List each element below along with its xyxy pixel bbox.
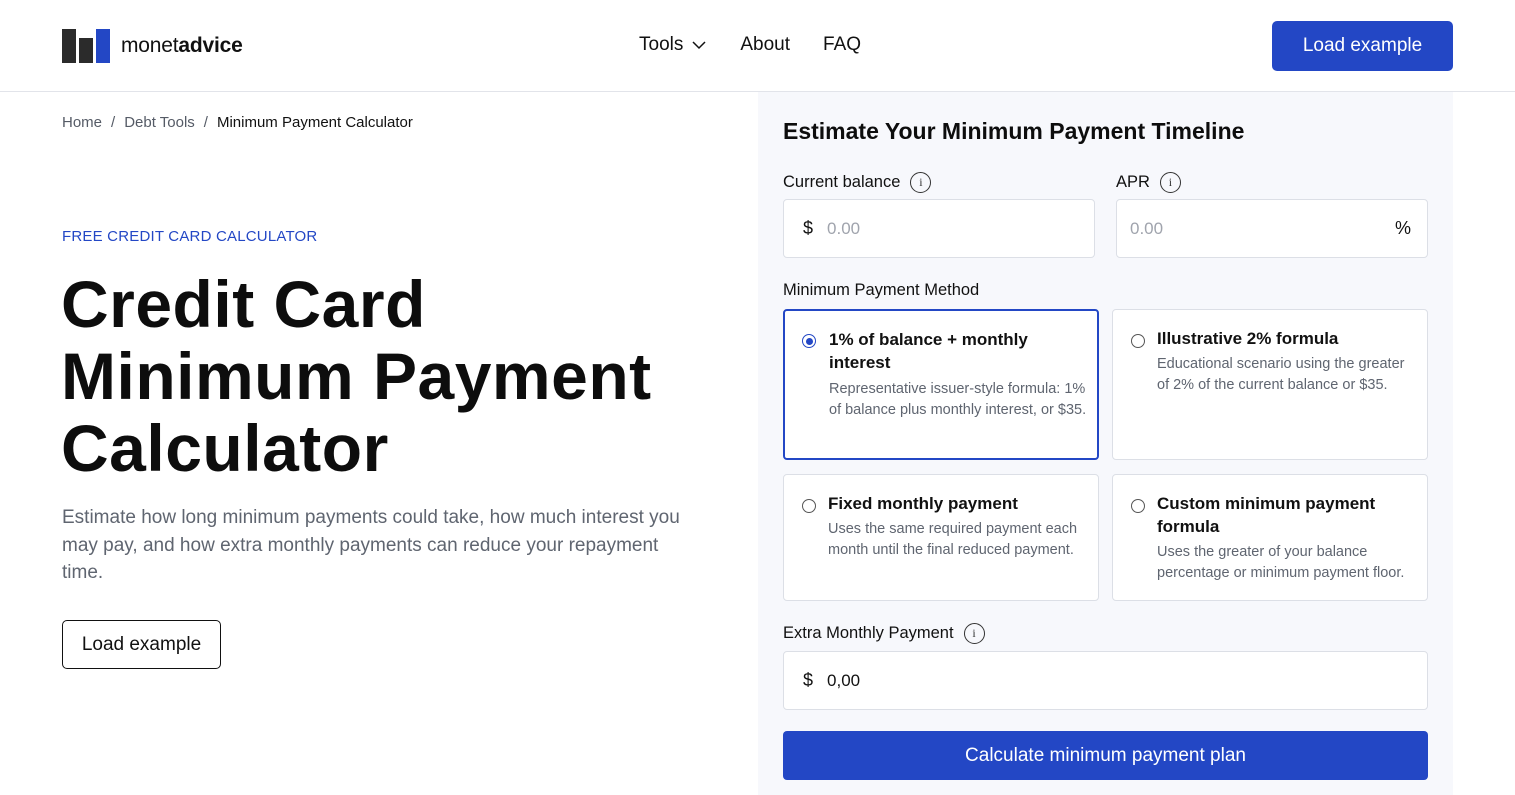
extra-payment-value: 0,00 xyxy=(827,670,861,690)
page-title-line: Calculator xyxy=(61,411,389,485)
chevron-down-icon xyxy=(692,41,706,50)
calculator-title: Estimate Your Minimum Payment Timeline xyxy=(783,118,1245,144)
method-option-one-percent[interactable]: 1% of balance + monthly interest Represe… xyxy=(783,309,1099,460)
page-title: Credit Card Minimum Payment Calculator xyxy=(61,268,701,484)
hero-description: Estimate how long minimum payments could… xyxy=(62,507,680,583)
breadcrumb-home[interactable]: Home xyxy=(62,114,102,131)
nav-item-label: FAQ xyxy=(823,34,862,55)
nav-item-faq[interactable]: FAQ xyxy=(823,34,861,56)
nav-item-tools[interactable]: Tools xyxy=(639,34,707,56)
method-description: Uses the greater of your balance percent… xyxy=(1157,544,1405,581)
nav-item-label: About xyxy=(740,34,791,55)
radio-button-selected[interactable] xyxy=(802,334,816,348)
calculator-panel: Estimate Your Minimum Payment Timeline C… xyxy=(758,92,1453,795)
breadcrumb: Home / Debt Tools / Minimum Payment Calc… xyxy=(62,114,413,131)
radio-button[interactable] xyxy=(1131,334,1145,348)
method-description: Educational scenario using the greater o… xyxy=(1157,356,1405,393)
percent-suffix: % xyxy=(1394,218,1411,238)
method-label: Minimum Payment Method xyxy=(783,281,980,299)
nav-item-about[interactable]: About xyxy=(740,34,790,56)
main-nav: Tools About FAQ xyxy=(639,34,861,56)
method-description: Representative issuer-style formula: 1% … xyxy=(829,381,1087,418)
extra-payment-input[interactable]: $ 0,00 xyxy=(783,651,1428,710)
method-option-fixed[interactable]: Fixed monthly payment Uses the same requ… xyxy=(783,474,1099,601)
load-example-header-button[interactable]: Load example xyxy=(1272,21,1453,71)
info-icon[interactable]: i xyxy=(910,172,932,193)
balance-placeholder: 0.00 xyxy=(827,218,861,238)
page-title-line: Credit Card xyxy=(61,267,426,341)
extra-payment-label: Extra Monthly Payment i xyxy=(783,623,985,644)
load-example-button[interactable]: Load example xyxy=(62,620,221,669)
apr-input[interactable]: 0.00 % xyxy=(1116,199,1428,258)
breadcrumb-debt-tools[interactable]: Debt Tools xyxy=(124,114,195,131)
balance-input[interactable]: $ 0.00 xyxy=(783,199,1095,258)
logo[interactable]: monetadvice xyxy=(62,29,243,63)
apr-label: APR i xyxy=(1116,172,1181,193)
info-icon[interactable]: i xyxy=(1159,172,1181,193)
method-option-two-percent[interactable]: Illustrative 2% formula Educational scen… xyxy=(1112,309,1428,460)
logo-mark-icon xyxy=(62,29,111,63)
breadcrumb-current: Minimum Payment Calculator xyxy=(216,114,413,131)
nav-item-label: Tools xyxy=(639,34,684,55)
hero-eyebrow: FREE CREDIT CARD CALCULATOR xyxy=(62,228,318,245)
method-option-custom[interactable]: Custom minimum payment formula Uses the … xyxy=(1112,474,1428,601)
method-title: 1% of balance + monthly interest xyxy=(829,330,1028,372)
radio-button[interactable] xyxy=(1131,499,1145,513)
method-title: Custom minimum payment formula xyxy=(1157,494,1376,536)
extra-payment-label-text: Extra Monthly Payment xyxy=(783,624,954,642)
apr-placeholder: 0.00 xyxy=(1130,218,1164,238)
method-title: Fixed monthly payment xyxy=(828,494,1018,513)
balance-label-text: Current balance xyxy=(783,173,901,191)
balance-label: Current balance i xyxy=(783,172,932,193)
info-icon[interactable]: i xyxy=(963,623,985,644)
page-title-line: Minimum Payment xyxy=(61,339,652,413)
breadcrumb-separator: / xyxy=(111,114,116,131)
method-description: Uses the same required payment each mont… xyxy=(828,521,1078,558)
logo-wordmark: monetadvice xyxy=(121,34,243,57)
top-navigation-bar: monetadvice Tools About FAQ Load example xyxy=(0,0,1515,92)
apr-label-text: APR xyxy=(1116,173,1150,191)
currency-prefix: $ xyxy=(803,670,814,690)
breadcrumb-separator: / xyxy=(203,114,208,131)
radio-button[interactable] xyxy=(802,499,816,513)
currency-prefix: $ xyxy=(803,218,814,238)
calculate-button[interactable]: Calculate minimum payment plan xyxy=(783,731,1428,780)
method-title: Illustrative 2% formula xyxy=(1157,329,1339,348)
